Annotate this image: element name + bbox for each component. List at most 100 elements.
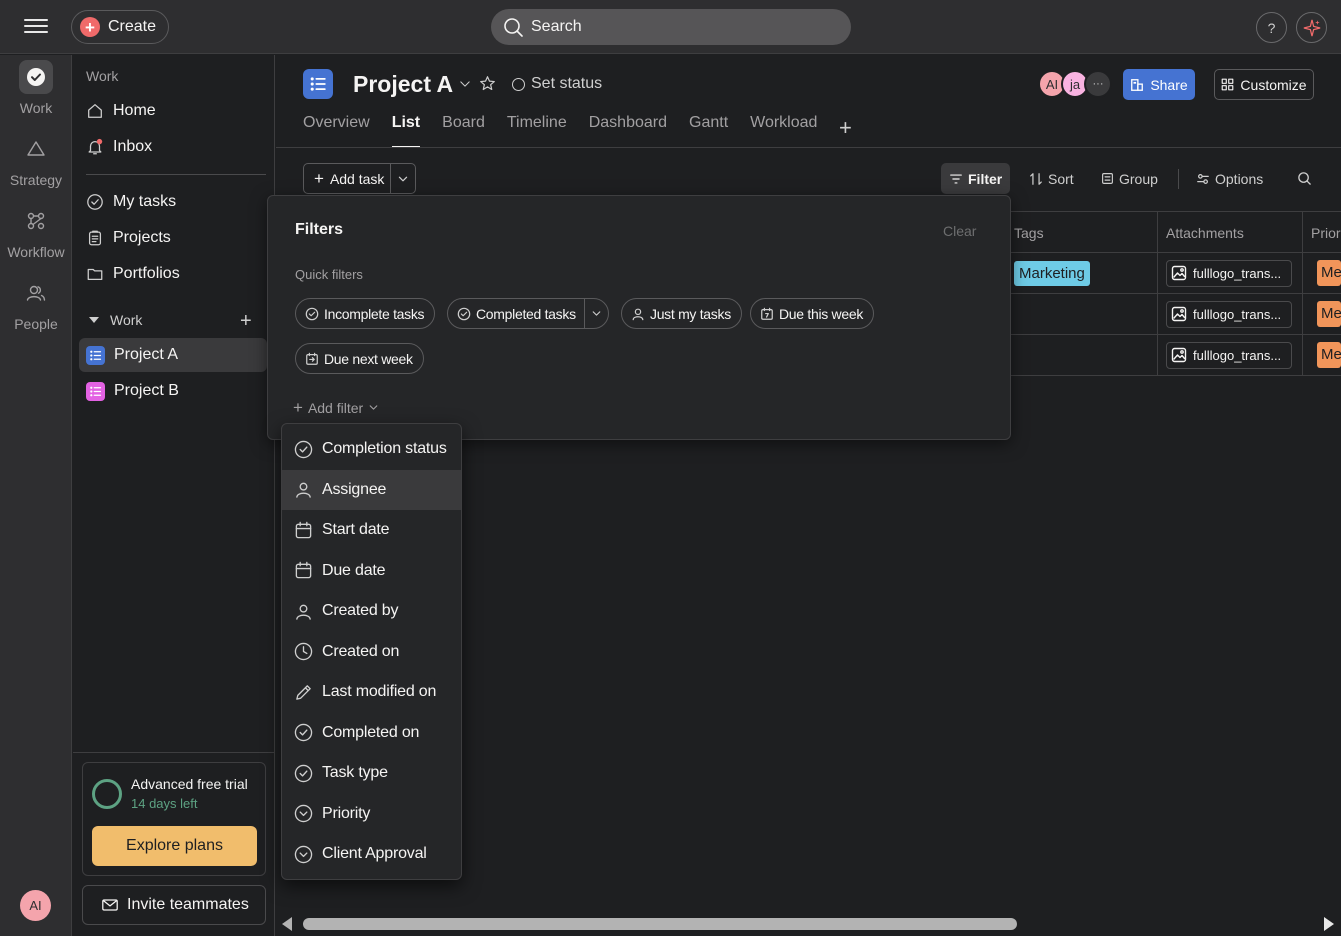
menu-item-assignee[interactable]: Assignee <box>282 469 461 510</box>
menu-item-priority[interactable]: Priority <box>282 794 461 835</box>
tab-list[interactable]: List <box>391 114 421 148</box>
group-button[interactable]: Group <box>1093 163 1166 194</box>
scroll-right-arrow-icon[interactable] <box>1324 917 1334 931</box>
rail-item-workflow[interactable]: Workflow <box>0 204 72 260</box>
tags-cell[interactable] <box>1006 335 1157 375</box>
trial-title: Advanced free trial <box>131 776 248 792</box>
sidebar-divider <box>73 752 275 753</box>
quick-filter-completed-tasks[interactable]: Completed tasks <box>447 298 609 329</box>
attachment-chip[interactable]: fulllogo_trans... <box>1166 259 1292 287</box>
user-avatar[interactable]: AI <box>20 890 51 921</box>
quick-filter-incomplete-tasks[interactable]: Incomplete tasks <box>295 298 436 329</box>
menu-icon[interactable] <box>22 15 50 39</box>
table-row[interactable]: Marketing fulllogo_trans... Me <box>1006 253 1341 294</box>
rail-label-work: Work <box>19 100 53 116</box>
sidebar-item-home[interactable]: Home <box>79 94 267 128</box>
scrollbar-thumb[interactable] <box>303 918 1017 930</box>
add-task-dropdown[interactable] <box>391 164 415 193</box>
rail-label-people: People <box>14 316 58 332</box>
project-title[interactable]: Project A <box>353 71 453 98</box>
trial-days-left: 14 days left <box>131 796 198 811</box>
column-header-tags[interactable]: Tags <box>1006 212 1157 253</box>
menu-item-completion-status[interactable]: Completion status <box>282 429 461 470</box>
chevron-down-icon[interactable] <box>458 77 472 91</box>
attachment-cell[interactable]: fulllogo_trans... <box>1157 294 1302 334</box>
attachment-chip[interactable]: fulllogo_trans... <box>1166 341 1292 369</box>
search-tasks-button[interactable] <box>1289 163 1320 194</box>
rail-item-people[interactable]: People <box>0 276 72 332</box>
search-input[interactable]: Search <box>491 9 851 45</box>
rail-item-strategy[interactable]: Strategy <box>0 132 72 188</box>
menu-item-created-on[interactable]: Created on <box>282 632 461 673</box>
clear-filters-button[interactable]: Clear <box>943 223 976 239</box>
tab-timeline[interactable]: Timeline <box>507 114 567 148</box>
attachment-cell[interactable]: fulllogo_trans... <box>1157 253 1302 293</box>
options-button[interactable]: Options <box>1188 163 1271 194</box>
sidebar-item-portfolios[interactable]: Portfolios <box>79 257 267 291</box>
share-button[interactable]: Share <box>1123 69 1195 100</box>
set-status-button[interactable]: Set status <box>512 75 602 93</box>
menu-item-start-date[interactable]: Start date <box>282 510 461 551</box>
filter-button[interactable]: Filter <box>941 163 1011 194</box>
chevron-circle-icon <box>294 805 313 823</box>
menu-item-completed-on[interactable]: Completed on <box>282 713 461 754</box>
calendar-icon <box>295 562 312 579</box>
sidebar-item-projects[interactable]: Projects <box>79 221 267 255</box>
menu-item-label: Completed on <box>322 723 420 741</box>
calendar-icon <box>761 307 773 320</box>
sidebar-item-inbox[interactable]: Inbox <box>79 130 267 164</box>
scroll-left-arrow-icon[interactable] <box>282 917 292 931</box>
chevron-circle-icon <box>294 845 313 863</box>
quick-filter-due-next-week[interactable]: Due next week <box>295 343 424 374</box>
image-icon <box>1171 265 1187 281</box>
quick-filter-due-this-week[interactable]: Due this week <box>750 298 875 329</box>
attachment-chip[interactable]: fulllogo_trans... <box>1166 300 1292 328</box>
priority-badge: Me <box>1317 260 1341 286</box>
add-project-icon[interactable]: + <box>240 310 252 333</box>
table-row[interactable]: fulllogo_trans... Me <box>1006 335 1341 376</box>
sidebar-item-project-b[interactable]: Project B <box>79 374 267 408</box>
column-header-attachments[interactable]: Attachments <box>1157 212 1302 253</box>
sort-button[interactable]: Sort <box>1021 163 1082 194</box>
help-button[interactable]: ? <box>1256 12 1287 43</box>
tab-gantt[interactable]: Gantt <box>689 114 728 148</box>
tab-overview[interactable]: Overview <box>303 114 370 148</box>
attachment-cell[interactable]: fulllogo_trans... <box>1157 335 1302 375</box>
table-row[interactable]: fulllogo_trans... Me <box>1006 294 1341 335</box>
menu-item-due-date[interactable]: Due date <box>282 551 461 592</box>
tab-board[interactable]: Board <box>442 114 485 148</box>
rail-item-work[interactable]: Work <box>0 60 72 116</box>
add-tab-icon[interactable]: + <box>839 115 852 141</box>
menu-item-client-approval[interactable]: Client Approval <box>282 834 461 875</box>
tab-workload[interactable]: Workload <box>750 114 817 148</box>
quick-filter-just-my-tasks[interactable]: Just my tasks <box>621 298 742 329</box>
calendar-icon <box>295 521 312 539</box>
tags-cell[interactable] <box>1006 294 1157 334</box>
completed-tasks-dropdown[interactable] <box>583 299 608 328</box>
sidebar-item-project-a[interactable]: Project A <box>79 338 267 372</box>
star-icon[interactable] <box>479 75 496 92</box>
horizontal-scrollbar[interactable] <box>276 912 1341 936</box>
more-members-icon[interactable]: ··· <box>1084 70 1112 98</box>
tab-dashboard[interactable]: Dashboard <box>589 114 667 148</box>
add-task-button[interactable]: + Add task <box>304 164 391 193</box>
menu-item-task-type[interactable]: Task type <box>282 753 461 794</box>
sidebar-item-my-tasks[interactable]: My tasks <box>79 185 267 219</box>
menu-item-last-modified-on[interactable]: Last modified on <box>282 672 461 713</box>
menu-item-created-by[interactable]: Created by <box>282 591 461 632</box>
column-header-priority[interactable]: Prior <box>1302 212 1341 253</box>
add-filter-button[interactable]: + Add filter <box>293 399 379 416</box>
tags-cell[interactable]: Marketing <box>1006 253 1157 293</box>
priority-cell[interactable]: Me <box>1302 253 1341 293</box>
sidebar-item-label: Project B <box>114 382 179 399</box>
customize-button[interactable]: Customize <box>1214 69 1314 100</box>
priority-cell[interactable]: Me <box>1302 294 1341 334</box>
rail-label-workflow: Workflow <box>7 244 65 260</box>
explore-plans-button[interactable]: Explore plans <box>92 826 257 866</box>
priority-cell[interactable]: Me <box>1302 335 1341 375</box>
create-button[interactable]: + Create <box>71 10 169 44</box>
person-icon <box>296 604 311 620</box>
invite-teammates-button[interactable]: Invite teammates <box>82 885 266 925</box>
ai-assistant-button[interactable] <box>1296 12 1327 43</box>
sidebar-section-work[interactable]: Work <box>88 312 142 328</box>
